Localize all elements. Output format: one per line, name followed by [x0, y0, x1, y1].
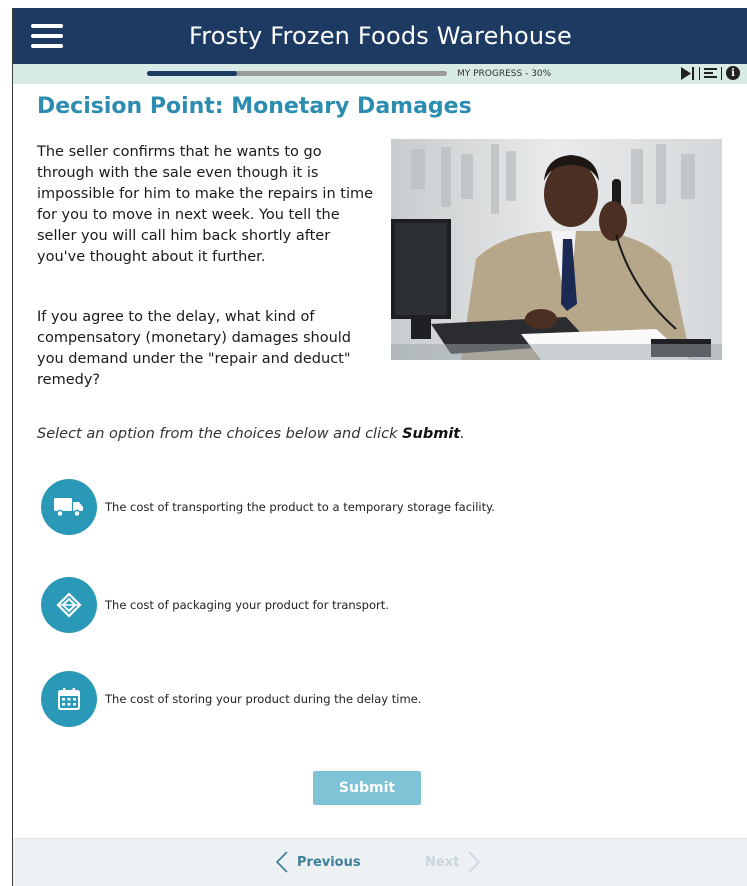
truck-icon[interactable]: [41, 479, 97, 535]
option-transport-cost[interactable]: The cost of transporting the product to …: [41, 479, 495, 535]
scenario-paragraph: The seller confirms that he wants to go …: [37, 144, 374, 265]
option-packaging-cost[interactable]: The cost of packaging your product for t…: [41, 577, 389, 633]
footer-nav: Previous Next: [13, 838, 747, 886]
play-icon[interactable]: [681, 66, 695, 80]
instruction-submit-word: Submit: [402, 426, 461, 442]
next-button[interactable]: Next: [425, 851, 481, 873]
progress-fill: [147, 71, 237, 76]
course-frame: Frosty Frozen Foods Warehouse MY PROGRES…: [12, 8, 747, 886]
progress-row: MY PROGRESS - 30% i: [13, 64, 747, 84]
toolbar-separator: [721, 66, 722, 80]
previous-label: Previous: [297, 854, 361, 870]
previous-button[interactable]: Previous: [275, 851, 361, 873]
option-label: The cost of transporting the product to …: [105, 500, 495, 514]
chevron-left-icon: [275, 851, 288, 873]
progress-label: MY PROGRESS - 30%: [457, 69, 552, 79]
toolbar: i: [681, 66, 740, 80]
app-title: Frosty Frozen Foods Warehouse: [189, 22, 572, 50]
toolbar-separator: [699, 66, 700, 80]
calendar-icon[interactable]: [41, 671, 97, 727]
option-storage-cost[interactable]: The cost of storing your product during …: [41, 671, 421, 727]
businessman-phone-photo: [391, 139, 722, 360]
option-label: The cost of packaging your product for t…: [105, 598, 389, 612]
question-paragraph: If you agree to the delay, what kind of …: [37, 309, 352, 388]
instruction-text: Select an option from the choices below …: [37, 426, 465, 442]
next-label: Next: [425, 854, 460, 870]
page-title: Decision Point: Monetary Damages: [37, 94, 472, 119]
option-label: The cost of storing your product during …: [105, 692, 422, 706]
info-icon[interactable]: i: [726, 66, 740, 80]
chevron-right-icon: [468, 851, 481, 873]
transcript-icon[interactable]: [704, 67, 717, 80]
package-icon[interactable]: [41, 577, 97, 633]
progress-track: [147, 71, 447, 76]
app-header: Frosty Frozen Foods Warehouse: [13, 8, 747, 64]
submit-button[interactable]: Submit: [313, 771, 421, 805]
